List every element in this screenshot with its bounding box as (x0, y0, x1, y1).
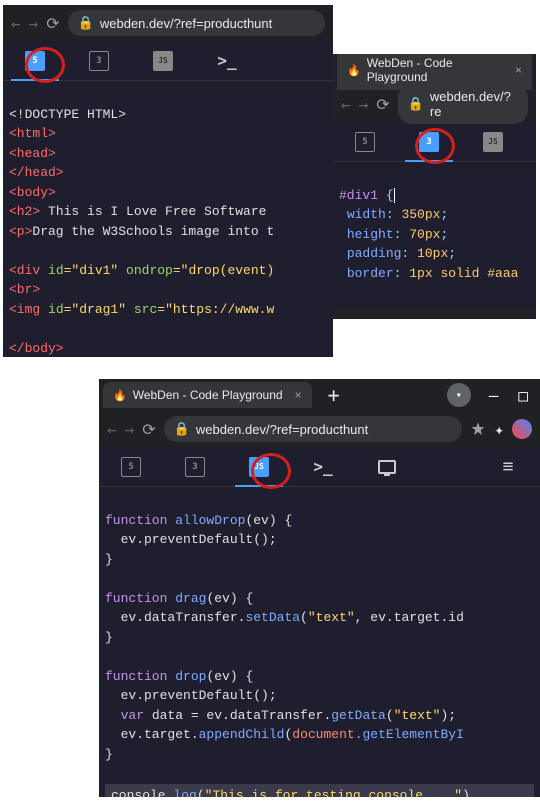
url-bar[interactable]: 🔒 webden.dev/?ref=producthunt (68, 10, 325, 36)
menu-icon: ≡ (503, 456, 514, 477)
device-icon (378, 460, 396, 474)
reload-button[interactable]: ⟳ (376, 95, 389, 114)
minimize-button[interactable]: — (481, 386, 507, 405)
html5-icon: 5 (25, 51, 45, 71)
editor-tabs: 5 3 JS >_ (3, 41, 333, 81)
tab-js[interactable]: JS (461, 122, 525, 162)
browser-tab[interactable]: 🔥 WebDen - Code Playground × (103, 382, 312, 408)
forward-button[interactable]: → (29, 14, 39, 33)
favicon: 🔥 (347, 64, 361, 77)
editor-tabs: 5 3 JS >_ ≡ (99, 447, 540, 487)
js-code-editor[interactable]: function allowDrop(ev) { ev.preventDefau… (99, 487, 540, 797)
lock-icon: 🔒 (174, 421, 190, 437)
terminal-icon: >_ (313, 457, 332, 476)
menu-button[interactable]: ≡ (476, 447, 540, 487)
js-icon: JS (483, 132, 503, 152)
close-tab[interactable]: × (515, 63, 522, 77)
terminal-icon: >_ (217, 51, 236, 70)
url-text: webden.dev/?ref=producthunt (100, 16, 272, 31)
tab-js[interactable]: JS (227, 447, 291, 487)
tab-js[interactable]: JS (131, 41, 195, 81)
back-button[interactable]: ← (11, 14, 21, 33)
tab-html[interactable]: 5 (99, 447, 163, 487)
browser-toolbar: ← → ⟳ 🔒 webden.dev/?ref=producthunt ✦ (99, 411, 540, 447)
tab-css[interactable]: 3 (163, 447, 227, 487)
extensions-icon[interactable]: ✦ (494, 420, 504, 439)
url-text: webden.dev/?ref=producthunt (196, 422, 368, 437)
back-button[interactable]: ← (107, 420, 117, 439)
back-button[interactable]: ← (341, 95, 351, 114)
forward-button[interactable]: → (359, 95, 369, 114)
tab-html[interactable]: 5 (3, 41, 67, 81)
tab-terminal[interactable]: >_ (291, 447, 355, 487)
bookmark-icon[interactable] (470, 421, 486, 437)
html5-icon: 5 (355, 132, 375, 152)
tab-css[interactable]: 3 (397, 122, 461, 162)
url-bar[interactable]: 🔒 webden.dev/?re (398, 84, 528, 124)
editor-tabs: 5 3 JS (333, 122, 536, 162)
browser-tabs: 🔥 WebDen - Code Playground × + ▾ — □ (99, 379, 540, 411)
browser-toolbar: ← → ⟳ 🔒 webden.dev/?re (333, 86, 536, 122)
tab-title: WebDen - Code Playground (367, 56, 503, 84)
close-tab[interactable]: × (295, 388, 302, 402)
reload-button[interactable]: ⟳ (142, 420, 155, 439)
reload-button[interactable]: ⟳ (46, 14, 59, 33)
favicon: 🔥 (113, 389, 127, 402)
tab-preview[interactable] (355, 447, 419, 487)
css3-icon: 3 (185, 457, 205, 477)
url-text: webden.dev/?re (430, 89, 518, 119)
tab-title: WebDen - Code Playground (133, 388, 283, 402)
new-tab-button[interactable]: + (316, 383, 352, 407)
tab-css[interactable]: 3 (67, 41, 131, 81)
tab-terminal[interactable]: >_ (195, 41, 259, 81)
forward-button[interactable]: → (125, 420, 135, 439)
css3-icon: 3 (419, 132, 439, 152)
html-code-editor[interactable]: <!DOCTYPE HTML> <html> <head> </head> <b… (3, 81, 333, 357)
lock-icon: 🔒 (78, 15, 94, 31)
lock-icon: 🔒 (408, 96, 424, 112)
maximize-button[interactable]: □ (510, 386, 536, 405)
html5-icon: 5 (121, 457, 141, 477)
browser-toolbar: ← → ⟳ 🔒 webden.dev/?ref=producthunt (3, 5, 333, 41)
js-icon: JS (249, 457, 269, 477)
js-icon: JS (153, 51, 173, 71)
profile-icon[interactable] (512, 419, 532, 439)
css-code-editor[interactable]: #div1 { width: 350px; height: 70px; padd… (333, 162, 536, 307)
tab-html[interactable]: 5 (333, 122, 397, 162)
account-avatar[interactable]: ▾ (447, 383, 471, 407)
url-bar[interactable]: 🔒 webden.dev/?ref=producthunt (164, 416, 463, 442)
browser-tabs: 🔥 WebDen - Code Playground × (333, 54, 536, 86)
css3-icon: 3 (89, 51, 109, 71)
